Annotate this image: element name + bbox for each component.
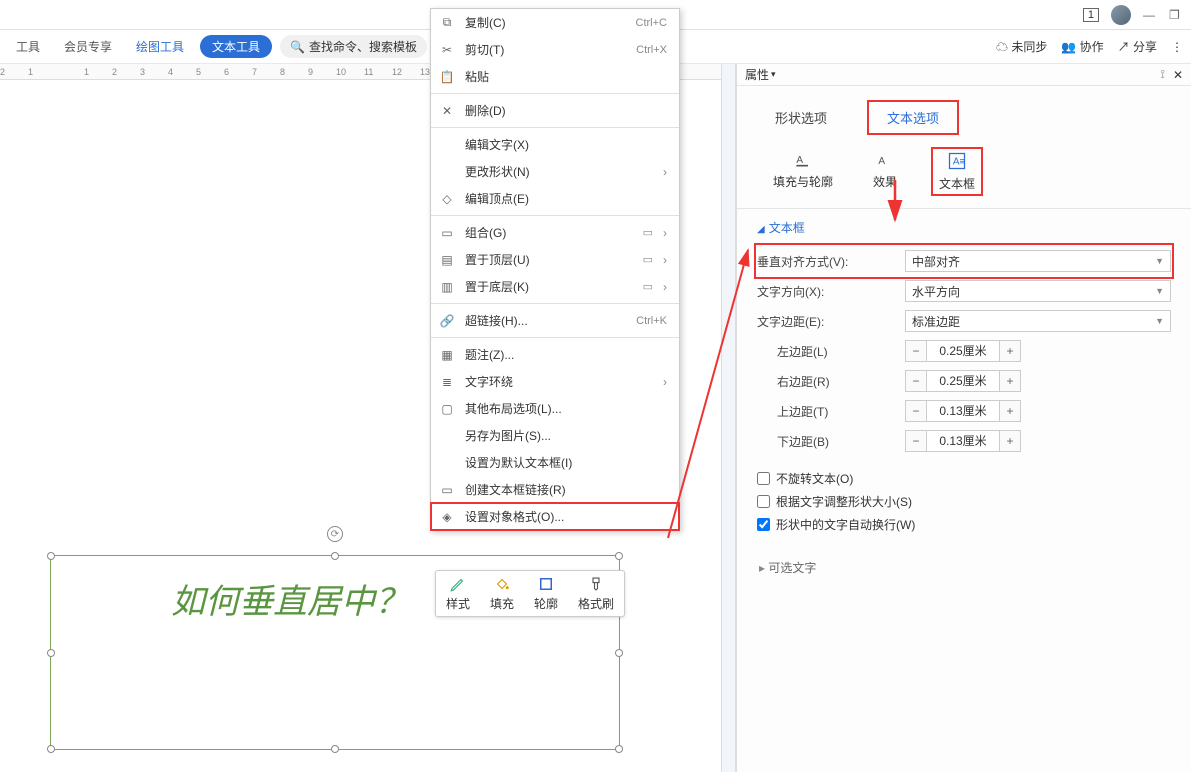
- spinner-left-margin[interactable]: − 0.25厘米 +: [905, 340, 1021, 362]
- resize-handle-se[interactable]: [615, 745, 623, 753]
- linkbox-icon: ▭: [439, 483, 455, 497]
- spinner-bottom-margin[interactable]: −0.13厘米+: [905, 430, 1021, 452]
- resize-handle-n[interactable]: [331, 552, 339, 560]
- effect-icon: A: [874, 149, 896, 169]
- pencil-icon: [447, 575, 469, 593]
- search-placeholder: 查找命令、搜索模板: [309, 38, 417, 55]
- menu-item[interactable]: ✂剪切(T)Ctrl+X: [431, 36, 679, 63]
- menu-item[interactable]: ≣文字环绕›: [431, 368, 679, 395]
- increase-button[interactable]: +: [999, 340, 1021, 362]
- spinner-top-margin[interactable]: −0.13厘米+: [905, 400, 1021, 422]
- format-icon: ◈: [439, 510, 455, 524]
- check-wrap-text[interactable]: 形状中的文字自动换行(W): [757, 516, 1171, 533]
- tab-member[interactable]: 会员专享: [56, 35, 120, 58]
- decrease-button[interactable]: −: [905, 340, 927, 362]
- menu-item[interactable]: 编辑文字(X): [431, 131, 679, 158]
- menu-item[interactable]: 另存为图片(S)...: [431, 422, 679, 449]
- layout-icon: ▢: [439, 402, 455, 416]
- menu-item[interactable]: ▢其他布局选项(L)...: [431, 395, 679, 422]
- front-icon: ▤: [439, 253, 455, 267]
- pin-icon[interactable]: ⟟: [1160, 67, 1164, 82]
- more-icon[interactable]: ⋮: [1171, 40, 1183, 54]
- panel-title: 属性: [745, 66, 769, 83]
- maximize-button[interactable]: ❐: [1169, 8, 1183, 22]
- fill-outline-icon: A: [792, 149, 814, 169]
- outline-icon: [535, 575, 557, 593]
- subtab-effect[interactable]: A 效果: [867, 147, 903, 196]
- share-button[interactable]: ↗ 分享: [1118, 38, 1157, 55]
- section-alt-text[interactable]: 可选文字: [737, 549, 1191, 586]
- subtab-textbox[interactable]: A≡ 文本框: [931, 147, 983, 196]
- collab-button[interactable]: 👥 协作: [1061, 38, 1103, 55]
- tab-text-options[interactable]: 文本选项: [867, 100, 959, 135]
- format-brush-button[interactable]: 格式刷: [568, 571, 624, 616]
- resize-handle-ne[interactable]: [615, 552, 623, 560]
- group-icon: ▭: [439, 226, 455, 240]
- menu-item[interactable]: ▭创建文本框链接(R): [431, 476, 679, 503]
- menu-item[interactable]: ▥置于底层(K)▭›: [431, 273, 679, 300]
- doc-count-badge: 1: [1083, 8, 1099, 22]
- tab-shape-options[interactable]: 形状选项: [767, 104, 835, 131]
- resize-handle-w[interactable]: [47, 649, 55, 657]
- menu-item: ▦题注(Z)...: [431, 341, 679, 368]
- check-no-rotate[interactable]: 不旋转文本(O): [757, 470, 1171, 487]
- menu-item: ▭组合(G)▭›: [431, 219, 679, 246]
- copy-icon: ⧉: [439, 15, 455, 30]
- select-text-margin[interactable]: 标准边距▼: [905, 310, 1171, 332]
- svg-text:A≡: A≡: [953, 156, 966, 167]
- menu-item[interactable]: ✕删除(D): [431, 97, 679, 124]
- search-input[interactable]: 🔍 查找命令、搜索模板: [280, 35, 427, 58]
- rotate-handle[interactable]: ⟳: [327, 526, 343, 542]
- brush-icon: [585, 575, 607, 593]
- menu-item[interactable]: 设置为默认文本框(I): [431, 449, 679, 476]
- subtab-fill-outline[interactable]: A 填充与轮廓: [767, 147, 839, 196]
- menu-item[interactable]: 📋粘贴: [431, 63, 679, 90]
- context-menu: ⧉复制(C)Ctrl+C✂剪切(T)Ctrl+X📋粘贴 ✕删除(D) 编辑文字(X)…: [430, 8, 680, 531]
- tab-tools[interactable]: 工具: [8, 35, 48, 58]
- close-panel-icon[interactable]: ✕: [1173, 68, 1183, 82]
- outline-button[interactable]: 轮廓: [524, 571, 568, 616]
- minimize-button[interactable]: —: [1143, 8, 1157, 22]
- avatar[interactable]: [1111, 5, 1131, 25]
- menu-item[interactable]: ◇编辑顶点(E): [431, 185, 679, 212]
- wrap-icon: ≣: [439, 375, 455, 389]
- row-vertical-align: 垂直对齐方式(V): 中部对齐▼: [757, 246, 1171, 276]
- menu-item[interactable]: 更改形状(N)›: [431, 158, 679, 185]
- property-panel: 属性▾ ⟟ ✕ 形状选项 文本选项 A 填充与轮廓 A 效果 A≡ 文本框 文本…: [736, 64, 1191, 772]
- menu-item[interactable]: ◈设置对象格式(O)...: [431, 503, 679, 530]
- row-text-margin: 文字边距(E): 标准边距▼: [757, 306, 1171, 336]
- tab-text-tools[interactable]: 文本工具: [200, 35, 272, 58]
- note-icon: ▦: [439, 348, 455, 362]
- back-icon: ▥: [439, 280, 455, 294]
- row-text-direction: 文字方向(X): 水平方向▼: [757, 276, 1171, 306]
- section-textbox-title[interactable]: 文本框: [757, 219, 1171, 236]
- svg-text:A: A: [878, 156, 885, 167]
- svg-text:A: A: [796, 155, 803, 166]
- spinner-right-margin[interactable]: −0.25厘米+: [905, 370, 1021, 392]
- resize-handle-nw[interactable]: [47, 552, 55, 560]
- style-button[interactable]: 样式: [436, 571, 480, 616]
- resize-handle-sw[interactable]: [47, 745, 55, 753]
- floating-format-toolbar: 样式 填充 轮廓 格式刷: [435, 570, 625, 617]
- select-vertical-align[interactable]: 中部对齐▼: [905, 250, 1171, 272]
- cut-icon: ✂: [439, 43, 455, 57]
- menu-item[interactable]: ▤置于顶层(U)▭›: [431, 246, 679, 273]
- select-text-direction[interactable]: 水平方向▼: [905, 280, 1171, 302]
- delete-icon: ✕: [439, 104, 455, 118]
- resize-handle-s[interactable]: [331, 745, 339, 753]
- paste-icon: 📋: [439, 70, 455, 84]
- resize-handle-e[interactable]: [615, 649, 623, 657]
- fill-button[interactable]: 填充: [480, 571, 524, 616]
- tab-draw-tools[interactable]: 绘图工具: [128, 35, 192, 58]
- link-icon: 🔗: [439, 314, 455, 328]
- check-resize-to-fit[interactable]: 根据文字调整形状大小(S): [757, 493, 1171, 510]
- editpt-icon: ◇: [439, 192, 455, 206]
- textbox-icon: A≡: [946, 151, 968, 171]
- sync-status[interactable]: ☁ 未同步: [996, 38, 1047, 55]
- menu-item[interactable]: ⧉复制(C)Ctrl+C: [431, 9, 679, 36]
- panel-gutter: [721, 64, 736, 772]
- bucket-icon: [491, 575, 513, 593]
- menu-item[interactable]: 🔗超链接(H)...Ctrl+K: [431, 307, 679, 334]
